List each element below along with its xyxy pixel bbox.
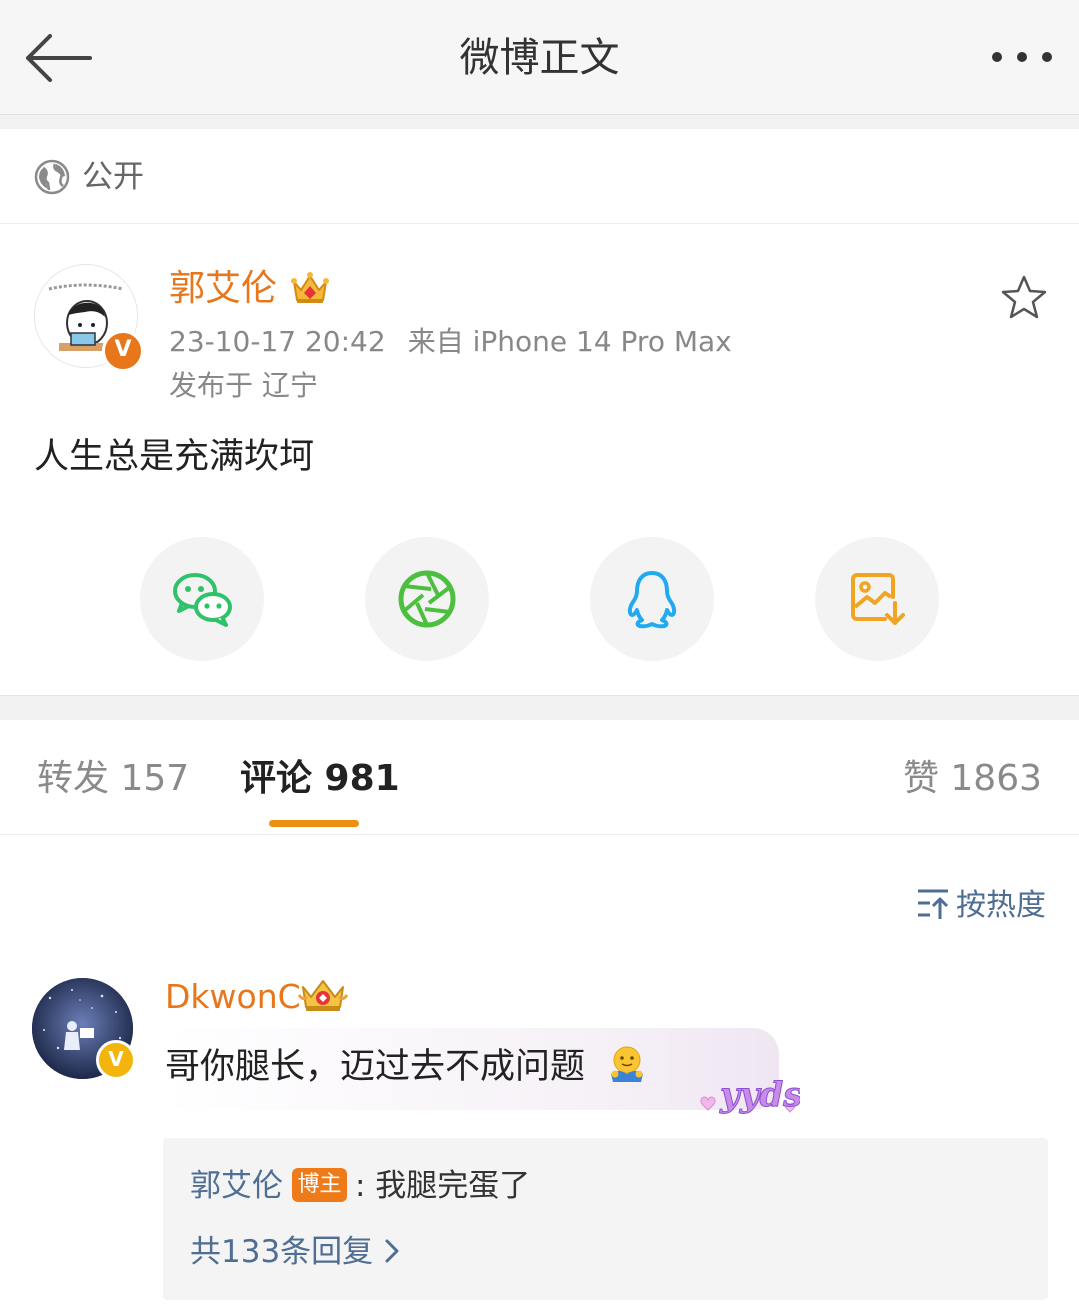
tab-like[interactable]: 赞 1863: [903, 756, 1042, 802]
globe-icon: [34, 159, 70, 195]
verified-badge: V: [102, 330, 144, 372]
star-outline-icon: [1001, 275, 1047, 319]
save-image-button[interactable]: [815, 537, 939, 661]
arrow-left-icon: [26, 34, 92, 82]
commenter-verified-badge: V: [96, 1040, 136, 1080]
crown-icon: [297, 980, 349, 1011]
qq-penguin-icon: [627, 571, 677, 629]
crown-icon: [291, 272, 329, 303]
sort-label: 按热度: [956, 888, 1046, 923]
post-meta: 23-10-17 20:42 来自 iPhone 14 Pro Max: [169, 322, 732, 362]
visibility-row: 公开: [0, 129, 1079, 224]
section-divider: [0, 115, 1079, 129]
sort-button[interactable]: 按热度: [916, 884, 1046, 928]
sort-icon: [918, 889, 949, 919]
image-download-icon: [851, 573, 905, 625]
visibility-label: 公开: [82, 159, 144, 195]
tab-repost[interactable]: 转发 157: [37, 756, 189, 802]
favorite-button[interactable]: [1000, 274, 1048, 320]
top-nav-bar: [0, 0, 1079, 115]
tab-comment[interactable]: 评论 981: [240, 756, 400, 802]
post-source: 来自 iPhone 14 Pro Max: [407, 325, 732, 358]
post-timestamp: 23-10-17 20:42: [169, 325, 386, 358]
post-location: 发布于 辽宁: [169, 369, 318, 402]
back-button[interactable]: [22, 30, 94, 86]
hug-emoji-icon: [611, 1046, 643, 1082]
active-tab-indicator: [269, 820, 359, 827]
yyds-sticker-icon: yyds: [700, 1075, 800, 1116]
share-moments-button[interactable]: [365, 537, 489, 661]
svg-text:yyds: yyds: [719, 1075, 800, 1115]
post-body-text: 人生总是充满坎坷: [34, 437, 315, 477]
post-author-name[interactable]: 郭艾伦: [169, 264, 277, 314]
interaction-tabs: 转发 157 评论 981 赞 1863: [0, 720, 1079, 835]
share-wechat-button[interactable]: [140, 537, 264, 661]
chevron-right-icon: [385, 1239, 399, 1263]
view-replies-link[interactable]: 共133条回复: [190, 1230, 401, 1274]
section-divider: [0, 695, 1079, 721]
share-qq-button[interactable]: [590, 537, 714, 661]
more-dots-icon: [992, 52, 1052, 62]
reply-text: : 我腿完蛋了: [355, 1168, 531, 1204]
comment-text: 哥你腿长，迈过去不成问题: [165, 1047, 586, 1087]
moments-aperture-icon: [398, 570, 456, 628]
reply-author-name[interactable]: 郭艾伦: [190, 1164, 283, 1208]
reply-preview-box: [163, 1138, 1048, 1300]
more-button[interactable]: [985, 34, 1059, 80]
wechat-icon: [173, 573, 232, 627]
blogger-tag-badge: 博主: [292, 1168, 347, 1202]
commenter-name[interactable]: DkwonC: [165, 974, 301, 1020]
view-replies-label: 共133条回复: [190, 1234, 374, 1270]
